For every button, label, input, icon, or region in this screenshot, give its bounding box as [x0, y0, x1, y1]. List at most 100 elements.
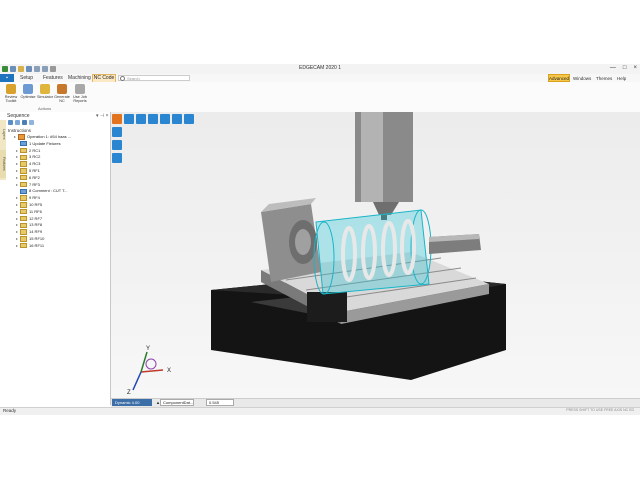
refresh-icon[interactable] [8, 120, 13, 125]
folder-icon [20, 202, 27, 208]
tree-item[interactable]: ▸ 4 RC3 [16, 161, 40, 167]
tree-item[interactable]: ▸ 10 RF5 [16, 202, 42, 208]
folder-icon [20, 147, 27, 154]
folder-icon [20, 236, 27, 242]
review-toolkit-label: Review Toolkit [4, 95, 18, 103]
tree-item-label: 8 Comment : CUT T... [29, 188, 68, 194]
help-menu[interactable]: Help [617, 76, 626, 81]
tree-item[interactable]: ▸ 5 RF1 [16, 168, 40, 174]
folder-icon [20, 188, 27, 195]
advanced-button[interactable]: Advanced [548, 74, 570, 82]
windows-menu[interactable]: Windows [573, 76, 591, 81]
window-title: EDGECAM 2020 1 [299, 65, 341, 71]
folder-icon [20, 242, 27, 249]
properties-icon[interactable] [15, 120, 20, 125]
tree-item[interactable]: ▸ 12 RF7 [16, 216, 42, 222]
tree-item-label: 3 RC2 [29, 154, 41, 160]
tree-item[interactable]: ▸ Operation 1: #54 haas ... [14, 134, 71, 140]
folder-icon [20, 168, 27, 174]
maximize-button[interactable]: □ [623, 65, 627, 71]
review-toolkit-icon [6, 84, 16, 94]
tree-item-label: 13 RF8 [29, 222, 43, 228]
tree-item-label: 1 Update Fixtures [29, 140, 61, 146]
close-button[interactable]: × [633, 65, 637, 71]
way-cover [307, 292, 347, 322]
filter-icon[interactable] [22, 120, 27, 125]
side-tabs: Layers Features [0, 120, 6, 180]
dynamic-mode-box[interactable]: Dynamic 4.00 [112, 399, 152, 406]
axis-z-label: Z [127, 390, 131, 396]
component-select[interactable]: ComponentDat... [160, 399, 194, 406]
folder-icon [20, 154, 27, 161]
tree-item-label: 6 RF2 [29, 174, 40, 180]
tree-item-label: 9 RF4 [29, 195, 40, 201]
folder-icon [20, 161, 27, 167]
pin-close-icons[interactable]: ▾ ⊣ × [96, 113, 109, 119]
side-tab-layers[interactable]: Layers [0, 122, 6, 146]
tab-setup[interactable]: Setup [20, 75, 33, 81]
tab-features[interactable]: Features [43, 75, 63, 81]
tree-item-label: 14 RF9 [29, 229, 43, 235]
tree-item-label: 10 RF5 [29, 202, 43, 207]
tree-item[interactable]: ▸ 2 RC1 [16, 148, 40, 154]
folder-icon [20, 229, 27, 235]
tree-item[interactable]: 8 Comment : CUT T... [16, 188, 68, 195]
file-tab[interactable]: ▪ [0, 74, 14, 82]
tree-item[interactable]: ▸ 14 RF9 [16, 229, 42, 235]
tree-item[interactable]: ▸ 15 RF10 [16, 236, 44, 242]
job-reports-label: Use Job Reports [73, 95, 87, 103]
folder-icon [20, 195, 27, 201]
axis-x-label: X [167, 368, 171, 374]
tree-item[interactable]: ▸ 13 RF8 [16, 222, 43, 229]
status-bar [0, 407, 640, 415]
tab-machining[interactable]: Machining [68, 75, 91, 81]
generate-nc-label: Generate NC [54, 95, 70, 103]
axis-y-label: Y [146, 346, 150, 352]
folder-icon [20, 181, 27, 188]
simulator-icon [40, 84, 50, 94]
window-controls: — □ × [610, 65, 637, 71]
themes-menu[interactable]: Themes [596, 76, 612, 81]
folder-icon [18, 134, 25, 140]
simulator-button[interactable]: Simulator [36, 84, 54, 99]
tab-nc-code[interactable]: NC Code [92, 74, 116, 82]
search-icon [120, 76, 125, 81]
tree-item[interactable]: ▸ 3 RC2 [16, 154, 41, 161]
tree-item-label: 16 RF11 [29, 242, 45, 248]
tree-item[interactable]: 1 Update Fixtures [16, 141, 61, 147]
spindle-highlight [361, 112, 383, 202]
tree-item-label: 4 RC3 [29, 161, 41, 167]
ribbon-group-label: Actions [38, 106, 52, 111]
search-input[interactable]: Search [118, 75, 190, 81]
job-reports-icon [75, 84, 85, 94]
tree-item[interactable]: ▸ 11 RF6 [16, 209, 42, 215]
generate-nc-button[interactable]: Generate NC [53, 84, 71, 103]
minimize-button[interactable]: — [610, 65, 616, 71]
chuck-center [295, 229, 311, 255]
tree-item-label: Operation 1: #54 haas ... [27, 134, 72, 139]
tree-item-label: 11 RF6 [29, 208, 42, 214]
folder-icon [20, 140, 27, 147]
job-reports-button[interactable]: Use Job Reports [71, 84, 89, 103]
tree-item-label: 12 RF7 [29, 215, 43, 221]
tree-root-instructions[interactable]: Instructions [8, 128, 31, 133]
tree-item[interactable]: ▸ 6 RF2 [16, 175, 40, 181]
folder-icon [20, 208, 27, 215]
tree-item[interactable]: ▸ 9 RF4 [16, 195, 40, 201]
machine-scene: X Y Z [127, 112, 506, 396]
ribbon [0, 82, 640, 113]
status-text: Ready [3, 408, 17, 413]
axis-triad [132, 351, 164, 391]
optimise-button[interactable]: Optimise [19, 84, 37, 99]
simulator-label: Simulator [36, 95, 54, 99]
side-tab-features[interactable]: Features [0, 150, 6, 178]
tree-item[interactable]: ▸ 16 RF11 [16, 243, 44, 249]
tree-item-label: 7 RF3 [29, 181, 40, 187]
value-select[interactable]: 0.545 [206, 399, 234, 406]
tree-item[interactable]: ▸ 7 RF3 [16, 182, 40, 188]
folder-icon [20, 222, 27, 229]
tree-item-label: 5 RF1 [29, 168, 40, 173]
expand-icon[interactable] [29, 120, 34, 125]
folder-icon [20, 215, 27, 222]
review-toolkit-button[interactable]: Review Toolkit [2, 84, 20, 103]
